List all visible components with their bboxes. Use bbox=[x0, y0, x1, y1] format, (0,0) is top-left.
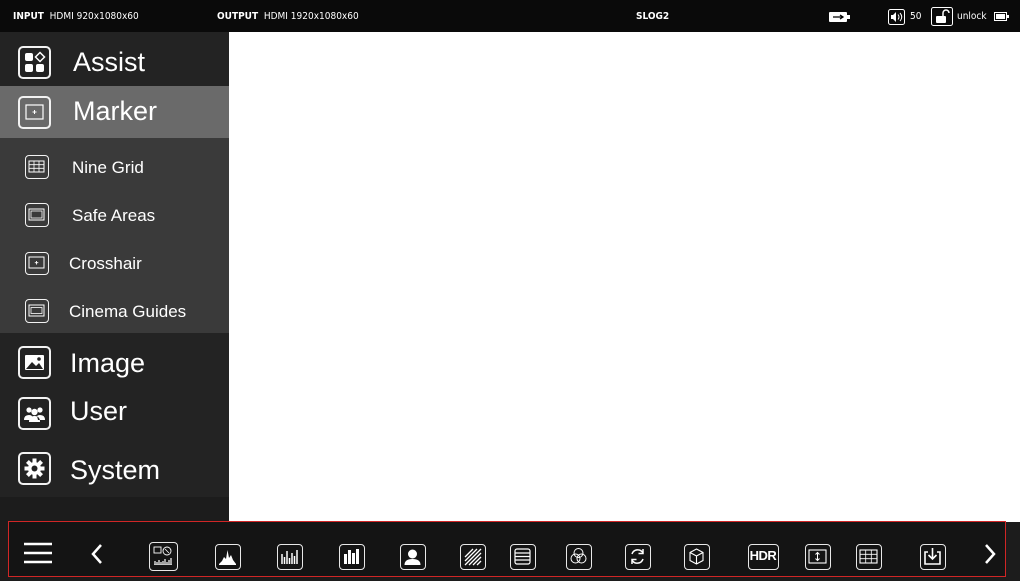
menu-item-image[interactable]: Image bbox=[0, 339, 229, 385]
output-value: HDMI 1920x1080x60 bbox=[263, 11, 359, 22]
hamburger-menu-icon[interactable] bbox=[23, 538, 53, 568]
submenu-item-label: Safe Areas bbox=[72, 206, 156, 225]
unlock-icon[interactable] bbox=[931, 7, 953, 26]
cinema-guides-icon bbox=[25, 299, 49, 323]
hdr-label: HDR bbox=[749, 548, 777, 563]
video-preview bbox=[229, 32, 1020, 522]
anamorphic-icon[interactable] bbox=[805, 544, 831, 570]
assist-icon bbox=[18, 46, 51, 79]
output-label: OUTPUT bbox=[217, 11, 259, 22]
submenu-item-label: Nine Grid bbox=[72, 158, 144, 177]
input-value: HDMI 920x1080x60 bbox=[49, 11, 139, 22]
image-icon bbox=[18, 346, 51, 379]
input-label: INPUT bbox=[13, 11, 44, 22]
nine-grid-icon bbox=[25, 155, 49, 179]
crosshair-icon bbox=[25, 252, 49, 275]
submenu-item-safe-areas[interactable]: Safe Areas bbox=[0, 196, 229, 234]
skin-tone-icon[interactable] bbox=[400, 544, 426, 570]
menu-item-user[interactable]: User bbox=[0, 391, 229, 437]
hdr-icon[interactable]: HDR bbox=[748, 544, 779, 570]
lut-3d-icon[interactable] bbox=[684, 544, 710, 570]
side-menu: Assist Marker Nine Grid Safe Areas Cross… bbox=[0, 32, 229, 497]
gear-icon bbox=[18, 452, 51, 485]
chevron-left-icon[interactable] bbox=[89, 542, 105, 572]
menu-item-label: Image bbox=[70, 348, 146, 378]
speaker-icon[interactable] bbox=[888, 9, 905, 25]
submenu-item-label: Crosshair bbox=[69, 254, 142, 273]
input-status: INPUT HDMI 920x1080x60 bbox=[13, 0, 139, 32]
marker-icon bbox=[18, 96, 51, 129]
waveform-icon[interactable] bbox=[277, 544, 303, 570]
battery-icon bbox=[994, 12, 1009, 21]
chevron-right-icon[interactable] bbox=[982, 542, 998, 572]
usb-icon bbox=[829, 12, 851, 22]
menu-item-label: User bbox=[70, 396, 128, 426]
grid-icon[interactable] bbox=[856, 544, 882, 570]
waveform-vectorscope-icon[interactable] bbox=[149, 542, 178, 571]
volume-value: 50 bbox=[910, 11, 922, 22]
submenu-item-crosshair[interactable]: Crosshair bbox=[0, 244, 229, 282]
menu-item-assist[interactable]: Assist bbox=[0, 40, 229, 86]
menu-item-label: Assist bbox=[73, 47, 146, 77]
zebra-icon[interactable] bbox=[460, 544, 486, 570]
lock-state: unlock bbox=[957, 11, 987, 22]
bottom-toolbar: HDR bbox=[8, 521, 1006, 577]
histogram-icon[interactable] bbox=[215, 544, 241, 570]
menu-item-label: Marker bbox=[73, 96, 158, 126]
rgb-parade-icon[interactable] bbox=[339, 544, 365, 570]
import-icon[interactable] bbox=[920, 544, 946, 570]
menu-item-marker[interactable]: Marker bbox=[0, 86, 229, 138]
submenu-item-label: Cinema Guides bbox=[69, 302, 187, 321]
gamma-status: SLOG2 bbox=[636, 11, 670, 22]
user-icon bbox=[18, 397, 51, 430]
menu-item-system[interactable]: System bbox=[0, 446, 229, 492]
submenu-item-cinema-guides[interactable]: Cinema Guides bbox=[0, 292, 229, 332]
safe-areas-icon bbox=[25, 203, 49, 227]
false-color-icon[interactable] bbox=[510, 544, 536, 570]
rotate-icon[interactable] bbox=[625, 544, 651, 570]
output-status: OUTPUT HDMI 1920x1080x60 bbox=[217, 0, 359, 32]
color-overlap-icon[interactable] bbox=[566, 544, 592, 570]
submenu-item-nine-grid[interactable]: Nine Grid bbox=[0, 148, 229, 186]
menu-item-label: System bbox=[70, 455, 161, 485]
status-bar: INPUT HDMI 920x1080x60 OUTPUT HDMI 1920x… bbox=[0, 0, 1020, 32]
